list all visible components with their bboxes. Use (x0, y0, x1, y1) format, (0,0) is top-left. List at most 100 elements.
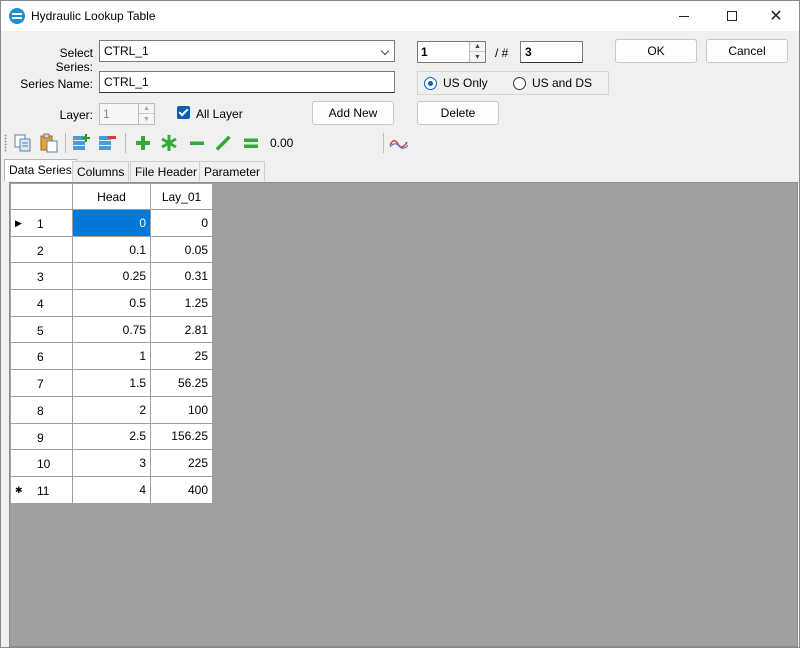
tab-parameter[interactable]: Parameter (199, 161, 266, 181)
cell-lay01[interactable]: 0 (150, 209, 213, 237)
tab-file-header[interactable]: File Header (130, 161, 203, 181)
grid-corner[interactable] (10, 183, 73, 210)
data-grid: Head Lay_01 ▶ 1 0 0 2 0.1 0.05 3 0.25 0.31 4 0.5 1.2… (10, 183, 213, 504)
data-grid-area: Head Lay_01 ▶ 1 0 0 2 0.1 0.05 3 0.25 0.31 4 0.5 1.2… (9, 182, 798, 647)
cell-lay01[interactable]: 0.31 (150, 262, 213, 291)
row-header[interactable]: 9 (10, 422, 73, 451)
cell-head[interactable]: 2 (72, 395, 151, 424)
series-name-field[interactable]: CTRL_1 (99, 71, 395, 93)
all-layer-label: All Layer (196, 107, 243, 121)
maximize-button[interactable] (709, 1, 755, 31)
toolbar-separator (65, 133, 66, 153)
all-layer-checkbox[interactable] (177, 106, 190, 119)
cell-head[interactable]: 0.25 (72, 262, 151, 291)
cell-head[interactable]: 0.75 (72, 315, 151, 344)
row-header[interactable]: ▶ 1 (10, 209, 73, 237)
toolbar-separator (125, 133, 126, 153)
toolbar-value-field[interactable]: 0.00 (267, 134, 379, 152)
cell-lay01[interactable]: 225 (150, 449, 213, 477)
cell-lay01[interactable]: 25 (150, 342, 213, 371)
row-header[interactable]: ✱ 11 (10, 475, 73, 504)
select-series-label: Select Series: (55, 46, 93, 74)
radio-us-and-ds[interactable]: US and DS (513, 76, 592, 90)
cell-head[interactable]: 0 (72, 209, 151, 237)
table-row[interactable]: ▶ 1 0 0 (10, 209, 213, 237)
close-button[interactable]: ✕ (753, 1, 799, 31)
table-row[interactable]: 7 1.5 56.25 (10, 369, 213, 397)
table-row[interactable]: 10 3 225 (10, 449, 213, 477)
chevron-down-icon (380, 46, 390, 56)
table-row[interactable]: 8 2 100 (10, 395, 213, 424)
table-row[interactable]: 6 1 25 (10, 342, 213, 371)
layer-label: Layer: (59, 108, 93, 122)
row-header[interactable]: 4 (10, 289, 73, 317)
radio-unselected-icon (513, 76, 526, 90)
column-header-lay01[interactable]: Lay_01 (150, 183, 213, 210)
row-number: 8 (37, 403, 44, 418)
delete-button[interactable]: Delete (417, 101, 499, 125)
row-header[interactable]: 3 (10, 262, 73, 291)
column-header-head[interactable]: Head (72, 183, 151, 210)
cell-head[interactable]: 4 (72, 475, 151, 504)
equals-icon[interactable] (241, 133, 261, 153)
multiply-icon[interactable] (159, 133, 179, 153)
cell-lay01[interactable]: 0.05 (150, 235, 213, 264)
row-number: 5 (37, 323, 44, 338)
row-header[interactable]: 2 (10, 235, 73, 264)
add-new-button[interactable]: Add New (312, 101, 394, 125)
ok-button[interactable]: OK (615, 39, 697, 63)
toolbar-separator (383, 133, 384, 153)
insert-column-icon[interactable] (71, 133, 91, 153)
table-row[interactable]: 3 0.25 0.31 (10, 262, 213, 291)
cancel-button[interactable]: Cancel (706, 39, 788, 63)
row-header[interactable]: 8 (10, 395, 73, 424)
toolbar: 0.00 (1, 129, 799, 157)
cell-head[interactable]: 3 (72, 449, 151, 477)
new-row-icon: ✱ (15, 484, 23, 495)
tab-data-series[interactable]: Data Series (4, 159, 77, 181)
radio-us-and-ds-label: US and DS (532, 76, 593, 90)
cell-lay01[interactable]: 2.81 (150, 315, 213, 344)
cell-head[interactable]: 2.5 (72, 422, 151, 451)
table-row[interactable]: 4 0.5 1.25 (10, 289, 213, 317)
series-count-field[interactable]: 3 (520, 41, 583, 63)
row-header[interactable]: 10 (10, 449, 73, 477)
cell-head[interactable]: 0.1 (72, 235, 151, 264)
table-row[interactable]: 9 2.5 156.25 (10, 422, 213, 451)
row-header[interactable]: 5 (10, 315, 73, 344)
table-row[interactable]: ✱ 11 4 400 (10, 475, 213, 504)
stepper-down-icon[interactable]: ▼ (470, 52, 485, 62)
direction-radio-group: US Only US and DS (417, 71, 609, 95)
table-row[interactable]: 2 0.1 0.05 (10, 235, 213, 264)
tab-columns[interactable]: Columns (72, 161, 130, 181)
cell-lay01[interactable]: 156.25 (150, 422, 213, 451)
edit-pencil-icon[interactable] (213, 133, 233, 153)
subtract-icon[interactable] (187, 133, 207, 153)
series-count-label: / # (495, 46, 509, 60)
cell-lay01[interactable]: 56.25 (150, 369, 213, 397)
row-header[interactable]: 6 (10, 342, 73, 371)
cell-lay01[interactable]: 400 (150, 475, 213, 504)
row-header[interactable]: 7 (10, 369, 73, 397)
radio-us-only[interactable]: US Only (424, 76, 488, 90)
paste-icon[interactable] (39, 133, 59, 153)
cell-lay01[interactable]: 100 (150, 395, 213, 424)
delete-column-icon[interactable] (97, 133, 117, 153)
series-index-stepper[interactable]: 1 ▲ ▼ (417, 41, 486, 63)
current-row-icon: ▶ (15, 218, 22, 228)
cell-head[interactable]: 1 (72, 342, 151, 371)
cell-head[interactable]: 1.5 (72, 369, 151, 397)
add-icon[interactable] (133, 133, 153, 153)
copy-icon[interactable] (13, 133, 33, 153)
stepper-up-icon[interactable]: ▲ (470, 42, 485, 52)
toolbar-grip[interactable] (4, 134, 7, 152)
chart-wave-icon[interactable] (389, 133, 409, 153)
cell-lay01[interactable]: 1.25 (150, 289, 213, 317)
table-row[interactable]: 5 0.75 2.81 (10, 315, 213, 344)
row-number: 11 (37, 483, 50, 498)
row-number: 4 (37, 297, 44, 312)
cell-head[interactable]: 0.5 (72, 289, 151, 317)
app-icon (9, 8, 25, 24)
minimize-button[interactable] (661, 1, 707, 31)
select-series-dropdown[interactable]: CTRL_1 (99, 40, 395, 62)
